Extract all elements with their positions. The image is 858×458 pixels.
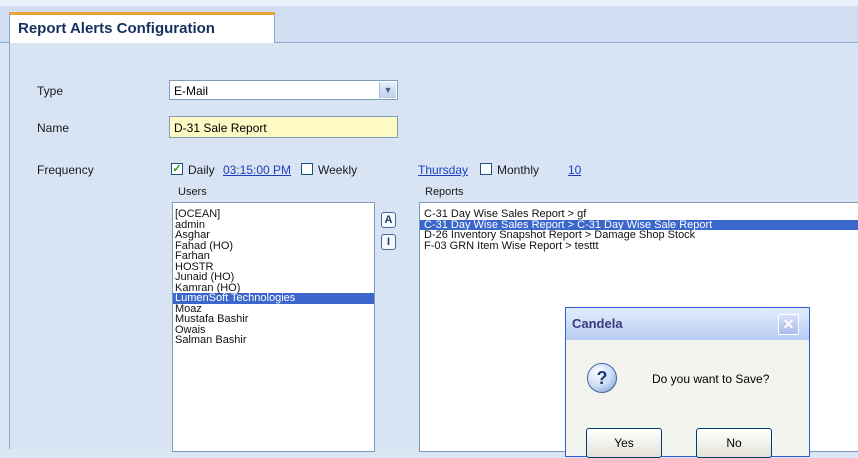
reports-header: Reports: [425, 186, 464, 198]
weekly-label: Weekly: [318, 163, 358, 177]
weekly-checkbox[interactable]: [301, 163, 313, 175]
monthly-label: Monthly: [497, 163, 540, 177]
chevron-down-icon[interactable]: ▼: [379, 82, 396, 98]
daily-time-link[interactable]: 03:15:00 PM: [223, 163, 291, 177]
tab-strip: Report Alerts Configuration: [0, 6, 858, 43]
report-list-item[interactable]: D-26 Inventory Snapshot Report > Damage …: [420, 230, 858, 241]
type-label: Type: [37, 84, 64, 98]
dialog-message: Do you want to Save?: [652, 372, 770, 386]
report-list-item[interactable]: F-03 GRN Item Wise Report > testtt: [420, 240, 858, 252]
no-button[interactable]: No: [696, 428, 772, 458]
report-list-item[interactable]: C-31 Day Wise Sales Report > gf: [420, 209, 858, 220]
yes-button[interactable]: Yes: [586, 428, 662, 458]
user-list-item[interactable]: Mustafa Bashir: [173, 314, 374, 325]
save-confirm-dialog: Candela ✕ ? Do you want to Save? Yes No: [565, 307, 810, 458]
tab-report-alerts-configuration[interactable]: Report Alerts Configuration: [9, 12, 275, 43]
frequency-label: Frequency: [37, 163, 94, 177]
users-listbox[interactable]: [OCEAN] admin Asghar Fahad (HO) Farhan HOSTR J…: [172, 202, 375, 452]
user-list-item[interactable]: Salman Bashir: [173, 335, 374, 346]
name-label: Name: [37, 121, 70, 135]
monthly-day-link[interactable]: 10: [568, 163, 581, 177]
user-list-item[interactable]: Junaid (HO): [173, 272, 374, 283]
dialog-titlebar[interactable]: Candela ✕: [566, 308, 809, 340]
close-icon[interactable]: ✕: [778, 314, 799, 335]
name-field[interactable]: D-31 Sale Report: [169, 116, 398, 138]
type-select-value: E-Mail: [174, 84, 209, 98]
dialog-title: Candela: [572, 316, 623, 331]
weekly-day-link[interactable]: Thursday: [418, 163, 468, 177]
monthly-checkbox[interactable]: [480, 163, 492, 175]
question-icon: ?: [587, 363, 617, 393]
user-list-item[interactable]: Farhan: [173, 251, 374, 262]
name-field-value: D-31 Sale Report: [174, 121, 267, 135]
select-all-button[interactable]: A: [381, 212, 396, 228]
user-list-item[interactable]: [OCEAN]: [173, 209, 374, 220]
users-header: Users: [178, 186, 207, 198]
check-icon: ✓: [172, 163, 182, 175]
tab-title: Report Alerts Configuration: [18, 20, 215, 37]
select-individual-button[interactable]: I: [381, 234, 396, 250]
type-select[interactable]: E-Mail ▼: [169, 80, 398, 100]
daily-checkbox[interactable]: ✓: [171, 163, 183, 175]
user-list-item[interactable]: Asghar: [173, 230, 374, 241]
user-list-item[interactable]: LumenSoft Technologies: [173, 293, 374, 304]
daily-label: Daily: [188, 163, 215, 177]
